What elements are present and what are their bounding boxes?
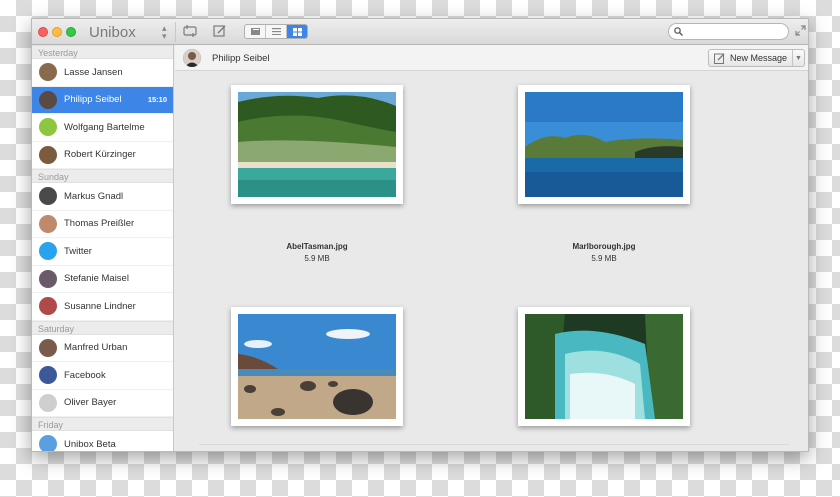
- sidebar-group-header: Sunday: [32, 169, 173, 183]
- conversation-name: Stefanie Maisel: [64, 273, 129, 285]
- conversation-item[interactable]: Markus Gnadl: [32, 183, 173, 211]
- conversation-name: Lasse Jansen: [64, 66, 123, 78]
- contact-avatar[interactable]: [183, 49, 201, 67]
- avatar-icon: [39, 242, 57, 261]
- conversation-item[interactable]: Lasse Jansen: [32, 59, 173, 87]
- avatar-icon: [39, 393, 57, 412]
- compose-icon: [714, 53, 725, 64]
- new-message-dropdown[interactable]: ▼: [792, 50, 804, 66]
- search-field: [668, 23, 789, 42]
- attachment-thumbnail[interactable]: [518, 307, 690, 426]
- avatar-icon: [39, 145, 57, 164]
- avatar-icon: [39, 435, 57, 451]
- attachment-size: 5.9 MB: [591, 254, 617, 263]
- photo-image: [525, 92, 683, 197]
- search-icon: [674, 27, 683, 36]
- new-message-label: New Message: [730, 53, 788, 63]
- avatar-icon: [39, 338, 57, 357]
- conversation-item[interactable]: Facebook: [32, 362, 173, 390]
- conversation-sidebar: Yesterday Lasse Jansen Philipp Seibel 15:10…: [32, 45, 174, 451]
- photo-image: [238, 92, 396, 197]
- photo-image: [525, 314, 683, 419]
- conversation-name: Markus Gnadl: [64, 190, 124, 202]
- app-window: Unibox ▴ ▾ Yesterday Lasse Jansen Philip…: [31, 18, 809, 452]
- compose-icon[interactable]: [213, 25, 227, 37]
- refresh-icon[interactable]: [183, 25, 197, 37]
- attachment-thumbnail[interactable]: [231, 307, 403, 426]
- footer-divider: [199, 444, 789, 445]
- conversation-item[interactable]: Manfred Urban: [32, 335, 173, 362]
- conversation-item[interactable]: Twitter: [32, 238, 173, 266]
- sidebar-group-header: Saturday: [32, 320, 173, 335]
- view-list-button[interactable]: [266, 25, 287, 38]
- conversation-header: Philipp Seibel New Message ▼: [175, 45, 808, 71]
- attachment-caption: AbelTasman.jpg 5.9 MB: [237, 242, 397, 263]
- conversation-item[interactable]: Susanne Lindner: [32, 293, 173, 321]
- toolbar: Unibox ▴ ▾: [32, 19, 808, 45]
- avatar-icon: [39, 63, 57, 82]
- attachment-filename: Marlborough.jpg: [572, 242, 636, 251]
- conversation-name: Wolfgang Bartelme: [64, 121, 145, 133]
- conversation-time: 15:10: [147, 95, 167, 105]
- conversation-item[interactable]: Robert Kürzinger: [32, 142, 173, 169]
- contact-name: Philipp Seibel: [212, 53, 270, 64]
- conversation-name: Robert Kürzinger: [64, 149, 136, 161]
- conversation-name: Twitter: [64, 245, 92, 257]
- conversation-content: Philipp Seibel New Message ▼ AbelTasman.…: [175, 45, 808, 451]
- avatar-icon: [39, 118, 57, 137]
- conversation-item[interactable]: Thomas Preißler: [32, 211, 173, 238]
- person-avatar-icon: [183, 49, 201, 67]
- conversation-item[interactable]: Oliver Bayer: [32, 390, 173, 417]
- new-message-button[interactable]: New Message ▼: [708, 49, 805, 67]
- search-input[interactable]: [669, 27, 788, 42]
- avatar-icon: [39, 366, 57, 385]
- conversation-name: Philipp Seibel: [64, 94, 122, 106]
- sidebar-group-header: Yesterday: [32, 45, 173, 59]
- close-window-button[interactable]: [38, 27, 48, 37]
- view-conversation-button[interactable]: [245, 25, 266, 38]
- sidebar-group-header: Friday: [32, 417, 173, 431]
- list-view-icon: [271, 28, 281, 35]
- conversation-view-icon: [250, 28, 260, 35]
- photo-image: [238, 314, 396, 419]
- avatar-icon: [39, 90, 57, 109]
- avatar-icon: [39, 187, 57, 206]
- attachment-filename: AbelTasman.jpg: [286, 242, 348, 251]
- grid-view-icon: [292, 27, 302, 36]
- minimize-window-button[interactable]: [52, 27, 62, 37]
- toolbar-divider: [175, 22, 176, 42]
- conversation-name: Oliver Bayer: [64, 397, 117, 409]
- conversation-name: Unibox Beta: [64, 438, 116, 450]
- attachment-thumbnail[interactable]: [518, 85, 690, 204]
- conversation-name: Thomas Preißler: [64, 218, 135, 230]
- zoom-window-button[interactable]: [66, 27, 76, 37]
- attachment-thumbnail[interactable]: [231, 85, 403, 204]
- view-mode-segmented-control: [244, 24, 308, 39]
- fullscreen-icon[interactable]: [795, 25, 806, 36]
- account-title[interactable]: Unibox: [89, 24, 136, 41]
- conversation-item[interactable]: Unibox Beta: [32, 431, 173, 451]
- conversation-name: Manfred Urban: [64, 342, 128, 354]
- attachment-size: 5.9 MB: [304, 254, 330, 263]
- conversation-name: Facebook: [64, 369, 106, 381]
- conversation-item[interactable]: Philipp Seibel 15:10: [32, 86, 173, 114]
- conversation-item[interactable]: Stefanie Maisel: [32, 266, 173, 293]
- avatar-icon: [39, 214, 57, 233]
- conversation-item[interactable]: Wolfgang Bartelme: [32, 114, 173, 142]
- avatar-icon: [39, 297, 57, 316]
- account-chevron-icon[interactable]: ▴ ▾: [162, 24, 167, 41]
- attachment-caption: Marlborough.jpg 5.9 MB: [524, 242, 684, 263]
- view-grid-button[interactable]: [287, 25, 307, 38]
- conversation-name: Susanne Lindner: [64, 300, 136, 312]
- avatar-icon: [39, 269, 57, 288]
